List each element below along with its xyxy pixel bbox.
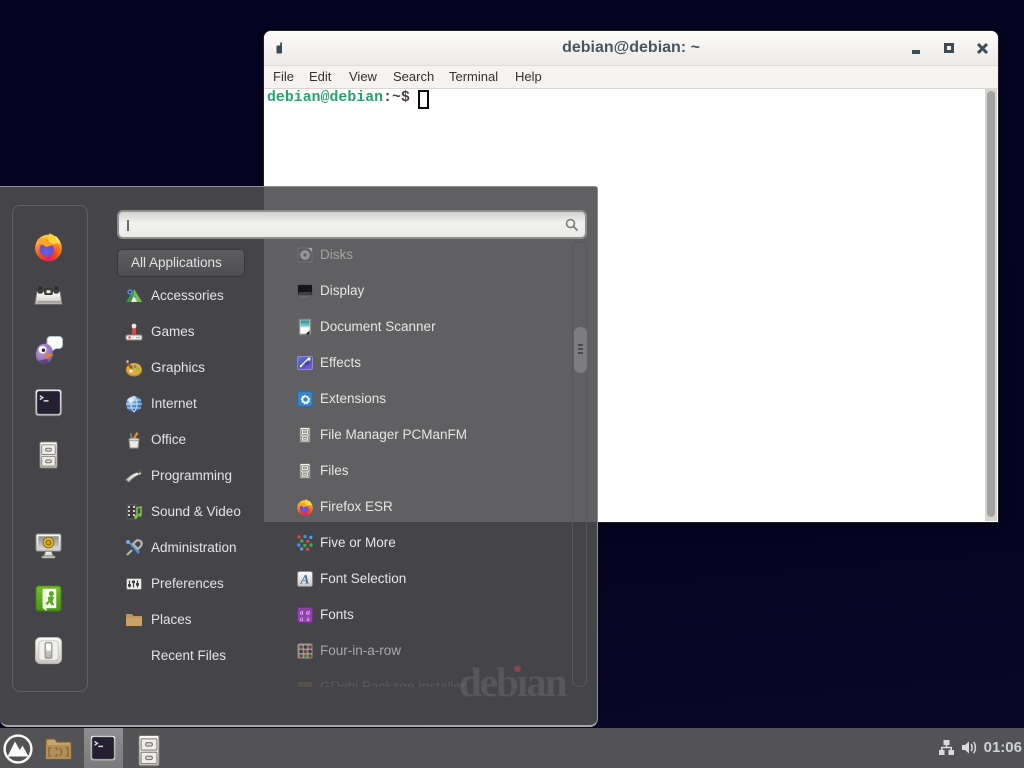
- svg-text:A: A: [300, 572, 310, 587]
- svg-text:a: a: [300, 614, 304, 623]
